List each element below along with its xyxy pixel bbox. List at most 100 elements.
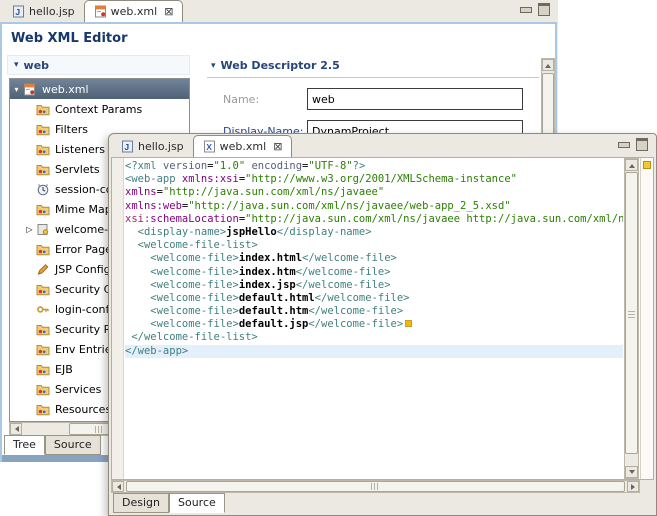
svg-text:J: J [15, 7, 20, 17]
clock-icon [36, 183, 50, 196]
folder-icon [36, 283, 50, 296]
tree-item-label: Filters [55, 123, 88, 136]
folder-icon [36, 163, 50, 176]
design-source-tabs: Design Source [113, 493, 225, 513]
tree-item-label: Listeners [55, 143, 105, 156]
code-line: <?xml version="1.0" encoding="UTF-8"?> [125, 160, 623, 173]
code-line: </web-app> [125, 345, 623, 358]
tree-item-web-xml[interactable]: ▾ web.xml [10, 79, 189, 99]
tree-section-header[interactable]: ▾ web [7, 55, 190, 75]
chevron-down-icon: ▾ [14, 60, 19, 70]
code-line: <welcome-file>index.html</welcome-file> [125, 252, 623, 265]
code-line: <web-app xmlns:xsi="http://www.w3.org/20… [125, 173, 623, 186]
code-line: <welcome-file>default.htm</welcome-file> [125, 305, 623, 318]
tree-item-label: Servlets [55, 163, 100, 176]
code-line: <display-name>jspHello</display-name> [125, 226, 623, 239]
folder-icon [36, 383, 50, 396]
form-section-header[interactable]: ▾ Web Descriptor 2.5 [207, 55, 539, 78]
bg-window-buttons [520, 3, 558, 22]
scroll-right-button[interactable] [627, 481, 639, 492]
editor-horizontal-scrollbar[interactable] [111, 480, 640, 493]
warning-marker [405, 320, 412, 327]
close-icon[interactable]: ⊠ [273, 140, 282, 153]
xml-code-editor[interactable]: <?xml version="1.0" encoding="UTF-8"?><w… [125, 160, 623, 479]
editor-vertical-scrollbar[interactable] [624, 158, 639, 479]
code-line: xmlns:web="http://java.sun.com/xml/ns/ja… [125, 200, 623, 213]
chevron-down-icon: ▾ [211, 61, 216, 71]
tree-source-tabs: Tree Source [4, 435, 101, 455]
xml-source-editor-window: J hello.jsp X web.xml ⊠ <?xml version="1… [108, 133, 657, 516]
folder-icon [36, 343, 50, 356]
web-descriptor-form: ▾ Web Descriptor 2.5 Name: Display-Name: [207, 55, 539, 142]
folder-icon [36, 323, 50, 336]
name-field-label: Name: [223, 93, 307, 106]
scroll-left-button[interactable] [10, 423, 22, 435]
xml-file-icon: X [203, 140, 216, 153]
code-line: xsi:schemaLocation="http://java.sun.com/… [125, 213, 623, 226]
svg-text:J: J [124, 142, 129, 152]
tree-item-label: Resources [55, 403, 111, 416]
tab-source[interactable]: Source [45, 435, 101, 455]
overview-warning-marker[interactable] [643, 161, 651, 169]
scroll-left-button[interactable] [112, 481, 124, 492]
folder-icon [36, 243, 50, 256]
scroll-up-button[interactable] [625, 159, 638, 171]
minimize-button[interactable] [618, 142, 630, 148]
folder-icon [36, 103, 50, 116]
tree-section-title: web [24, 59, 50, 72]
annotation-ruler[interactable] [112, 158, 124, 479]
tab-label: web.xml [220, 140, 267, 153]
bg-editor-tabbar: J hello.jsp web.xml ⊠ [0, 0, 558, 22]
folder-icon [36, 123, 50, 136]
fg-editor-tabbar: J hello.jsp X web.xml ⊠ [109, 134, 656, 157]
scroll-up-button[interactable] [542, 59, 554, 71]
code-line: </welcome-file-list> [125, 331, 623, 344]
folder-icon [36, 403, 50, 416]
minimize-button[interactable] [520, 7, 532, 13]
code-line: <welcome-file-list> [125, 239, 623, 252]
close-icon[interactable]: ⊠ [164, 5, 173, 18]
jsp-file-icon: J [121, 140, 134, 153]
chevron-down-icon: ▾ [10, 85, 23, 94]
overview-ruler[interactable] [640, 158, 653, 479]
tree-item-context-params[interactable]: Context Params [10, 99, 189, 119]
tab-source[interactable]: Source [169, 493, 225, 513]
tab-hello-jsp[interactable]: J hello.jsp [3, 1, 84, 22]
pencil-icon [36, 263, 50, 276]
tab-label: web.xml [111, 5, 158, 18]
folder-icon [36, 203, 50, 216]
welcome-icon [36, 223, 50, 236]
name-field[interactable] [307, 88, 523, 110]
jsp-file-icon: J [12, 5, 25, 18]
svg-text:X: X [206, 142, 212, 152]
tab-web-xml[interactable]: X web.xml ⊠ [193, 135, 293, 157]
tree-item-label: Services [55, 383, 101, 396]
code-line: <welcome-file>index.htm</welcome-file> [125, 266, 623, 279]
code-line: xmlns="http://java.sun.com/xml/ns/javaee… [125, 186, 623, 199]
code-line: <welcome-file>default.html</welcome-file… [125, 292, 623, 305]
page-title: Web XML Editor [11, 31, 128, 46]
maximize-button[interactable] [538, 3, 550, 16]
tree-item-label: JSP Config [55, 263, 111, 276]
tab-hello-jsp[interactable]: J hello.jsp [112, 136, 193, 157]
tab-label: hello.jsp [29, 5, 75, 18]
chevron-right-icon: ▷ [23, 225, 36, 234]
fg-window-buttons [618, 138, 656, 157]
maximize-button[interactable] [636, 138, 648, 151]
folder-icon [36, 363, 50, 376]
xml-source-area: <?xml version="1.0" encoding="UTF-8"?><w… [111, 157, 654, 480]
tree-item-label: EJB [55, 363, 73, 376]
scroll-down-button[interactable] [625, 466, 638, 478]
tree-item-label: web.xml [42, 83, 89, 96]
code-line: <welcome-file>index.jsp</welcome-file> [125, 279, 623, 292]
webxml-file-icon [94, 5, 107, 18]
tree-item-label: Context Params [55, 103, 142, 116]
tab-tree[interactable]: Tree [4, 435, 45, 455]
webxml-file-icon [23, 83, 37, 96]
folder-icon [36, 143, 50, 156]
tab-label: hello.jsp [138, 140, 184, 153]
tab-design[interactable]: Design [113, 493, 169, 513]
code-line: <welcome-file>default.jsp</welcome-file> [125, 318, 623, 331]
tab-web-xml[interactable]: web.xml ⊠ [84, 0, 184, 22]
form-section-title: Web Descriptor 2.5 [221, 59, 340, 72]
